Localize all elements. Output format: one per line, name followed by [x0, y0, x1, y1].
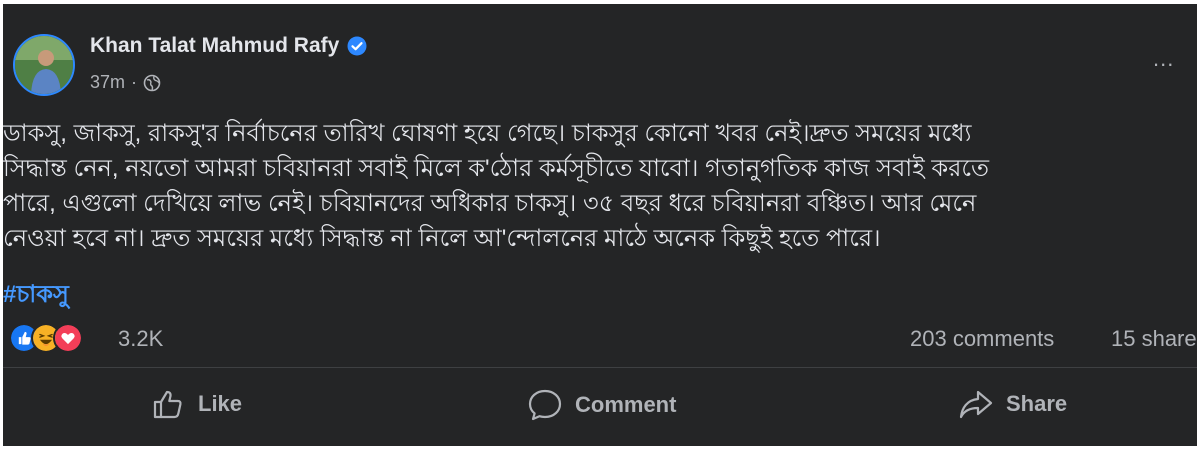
- comment-label: Comment: [575, 392, 677, 417]
- post-body: ডাকসু, জাকসু, রাকসু'র নির্বাচনের তারিখ ঘ…: [3, 116, 1197, 256]
- divider: [3, 367, 1197, 368]
- post-meta: 37m ·: [90, 72, 161, 93]
- reaction-count[interactable]: 3.2K: [118, 326, 163, 352]
- comments-count[interactable]: 203 comments: [910, 326, 1054, 352]
- comment-icon: [528, 389, 562, 421]
- love-icon: [53, 323, 83, 353]
- thumbs-up-icon: [153, 390, 182, 419]
- post-body-line: ডাকসু, জাকসু, রাকসু'র নির্বাচনের তারিখ ঘ…: [3, 120, 972, 147]
- post-body-line: সিদ্ধান্ত নেন, নয়তো আমরা চবিয়ানরা সবাই…: [3, 155, 990, 182]
- author-row: Khan Talat Mahmud Rafy: [90, 34, 367, 58]
- facebook-post: Khan Talat Mahmud Rafy 37m · ... ডাকসু, …: [3, 4, 1197, 446]
- reaction-icons[interactable]: [9, 323, 83, 353]
- shares-count[interactable]: 15 shares: [1111, 326, 1197, 352]
- post-body-line: নেওয়া হবে না। দ্রুত সময়ের মধ্যে সিদ্ধা…: [3, 225, 881, 252]
- share-icon: [959, 390, 993, 419]
- share-label: Share: [1006, 391, 1068, 416]
- verified-badge-icon: [347, 36, 367, 56]
- like-label: Like: [198, 391, 243, 416]
- post-timestamp[interactable]: 37m: [90, 72, 125, 93]
- share-button[interactable]: Share: [958, 388, 1067, 420]
- post-body-line: পারে, এগুলো দেখিয়ে লাভ নেই। চবিয়ানদের …: [3, 190, 977, 217]
- more-options-button[interactable]: ...: [1153, 48, 1174, 70]
- comment-button[interactable]: Comment: [527, 388, 676, 422]
- hashtag-link[interactable]: #চাকসু: [3, 276, 69, 316]
- globe-icon[interactable]: [143, 74, 161, 92]
- avatar-photo: [15, 36, 73, 94]
- author-name[interactable]: Khan Talat Mahmud Rafy: [90, 34, 339, 58]
- like-button[interactable]: Like: [152, 388, 242, 420]
- meta-separator: ·: [131, 72, 138, 92]
- avatar[interactable]: [13, 34, 75, 96]
